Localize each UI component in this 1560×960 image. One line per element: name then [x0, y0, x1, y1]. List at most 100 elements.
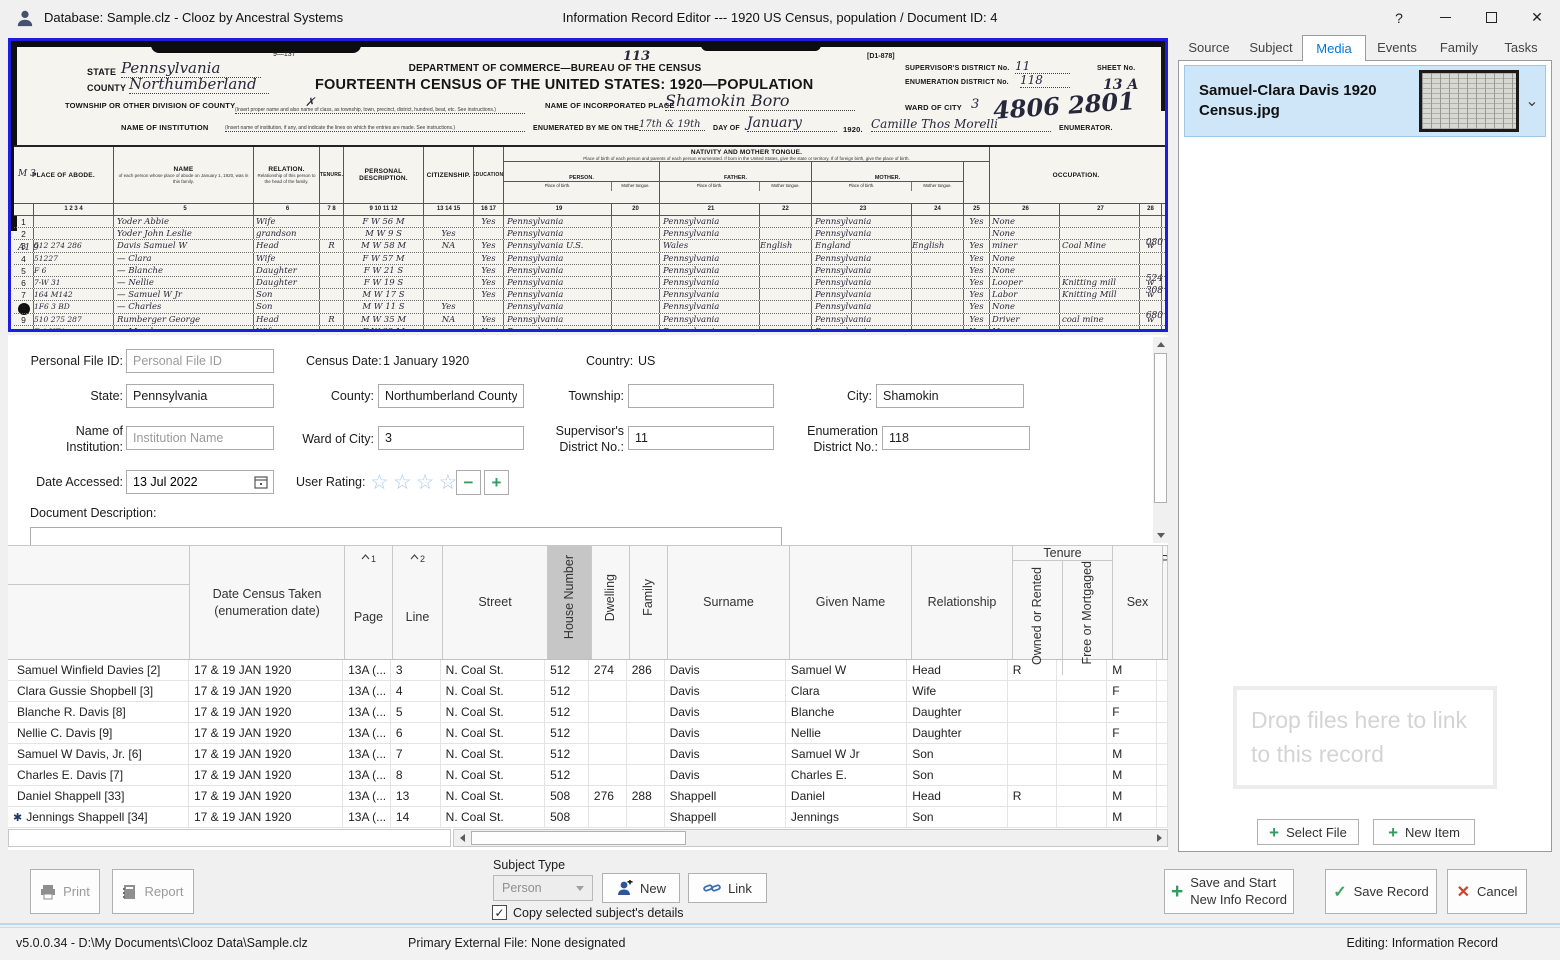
personal-file-id-input[interactable] — [126, 349, 274, 373]
app-person-icon — [16, 9, 34, 27]
column-header-surname[interactable]: Surname — [668, 546, 790, 659]
township-input[interactable] — [628, 384, 774, 408]
scroll-left-arrow[interactable] — [454, 830, 470, 846]
table-row[interactable]: Daniel Shappell [33] 17 & 19 JAN 1920 13… — [8, 786, 1168, 807]
check-icon: ✓ — [1333, 882, 1346, 902]
copy-details-label: Copy selected subject's details — [513, 906, 684, 920]
tab-family[interactable]: Family — [1428, 35, 1490, 61]
star-icon: ☆ — [370, 471, 393, 494]
save-and-new-button[interactable]: + Save and StartNew Info Record — [1164, 869, 1294, 914]
table-row[interactable]: Samuel Winfield Davies [2] 17 & 19 JAN 1… — [8, 660, 1168, 681]
date-accessed-input[interactable] — [126, 470, 274, 494]
column-header-owned-rented[interactable]: Owned or Rented — [1013, 561, 1063, 675]
copy-details-checkbox-row[interactable]: ✓ Copy selected subject's details — [492, 905, 684, 920]
tab-source[interactable]: Source — [1178, 35, 1240, 61]
institution-input[interactable] — [126, 426, 274, 450]
enumeration-district-label: Enumeration District No.: — [796, 424, 878, 455]
plus-icon: + — [492, 473, 502, 493]
census-row: 4 51227 — Clara Wife F W 57 M Yes Pennsy… — [14, 253, 1165, 265]
scrollbar-thumb[interactable] — [1154, 353, 1167, 503]
tab-subject[interactable]: Subject — [1240, 35, 1302, 61]
column-header-page[interactable]: 1 Page — [345, 546, 393, 659]
county-input[interactable] — [378, 384, 524, 408]
maximize-button[interactable] — [1468, 0, 1514, 35]
new-item-button[interactable]: + New Item — [1373, 819, 1475, 845]
tab-tasks[interactable]: Tasks — [1490, 35, 1552, 61]
document-description-input[interactable] — [30, 527, 782, 545]
city-label: City: — [798, 389, 872, 405]
new-subject-button[interactable]: New — [602, 873, 680, 903]
state-label: State: — [13, 389, 123, 405]
select-file-button[interactable]: + Select File — [1257, 819, 1359, 845]
report-button[interactable]: Report — [112, 869, 194, 914]
column-header-family[interactable]: Family — [630, 546, 668, 659]
column-header-line[interactable]: 2 Line — [393, 546, 443, 659]
table-row[interactable]: Samuel W Davis, Jr. [6] 17 & 19 JAN 1920… — [8, 744, 1168, 765]
census-column-numbers: 1 2 3 4 5 6 7 8 9 10 11 12 13 14 15 16 1… — [14, 204, 1165, 216]
column-header-street[interactable]: Street — [443, 546, 548, 659]
minus-icon: − — [464, 473, 474, 493]
primary-external-file: Primary External File: None designated — [408, 936, 625, 950]
help-button[interactable]: ? — [1376, 0, 1422, 35]
census-row: 8 1F6 3 BD — Charles Son M W 11 S Yes Pe… — [14, 301, 1165, 313]
file-drop-zone[interactable]: Drop files here to link to this record — [1233, 686, 1497, 789]
cancel-button[interactable]: ✕ Cancel — [1447, 869, 1527, 914]
column-header-free-mortgaged[interactable]: Free or Mortgaged — [1063, 561, 1113, 675]
city-input[interactable] — [876, 384, 1024, 408]
link-subject-button[interactable]: Link — [688, 873, 767, 903]
table-row[interactable]: Charles E. Davis [7] 17 & 19 JAN 1920 13… — [8, 765, 1168, 786]
table-row[interactable]: ✱Jennings Shappell [34] 17 & 19 JAN 1920… — [8, 807, 1168, 828]
census-handwritten-rows: 1 Yoder Abbie Wife F W 56 M Yes Pennsylv… — [14, 216, 1165, 332]
grid-body: Samuel Winfield Davies [2] 17 & 19 JAN 1… — [8, 660, 1168, 828]
rating-decrease-button[interactable]: − — [456, 470, 481, 495]
enumeration-district-input[interactable] — [882, 426, 1030, 450]
table-row[interactable]: Nellie C. Davis [9] 17 & 19 JAN 1920 13A… — [8, 723, 1168, 744]
form-vertical-scrollbar[interactable] — [1153, 337, 1168, 543]
tab-media[interactable]: Media — [1302, 35, 1366, 61]
checkbox-checked-icon[interactable]: ✓ — [492, 905, 507, 920]
column-header-dwelling[interactable]: Dwelling — [592, 546, 630, 659]
column-header-relationship[interactable]: Relationship — [912, 546, 1013, 659]
plus-icon: + — [1171, 881, 1183, 902]
scroll-up-arrow[interactable] — [1153, 337, 1168, 352]
grid-horizontal-scrollbar[interactable] — [453, 829, 1168, 847]
tab-events[interactable]: Events — [1366, 35, 1428, 61]
print-button[interactable]: Print — [30, 869, 100, 914]
new-person-icon — [616, 880, 633, 896]
user-rating-stars[interactable]: ☆☆☆☆ — [370, 470, 461, 495]
census-row: 6 7-W 31 — Nellie Daughter F W 19 S Yes … — [14, 277, 1165, 289]
report-icon — [122, 884, 137, 900]
media-thumbnail[interactable] — [1419, 70, 1519, 132]
census-date-label: Census Date: — [306, 354, 382, 368]
table-row[interactable]: Blanche R. Davis [8] 17 & 19 JAN 1920 13… — [8, 702, 1168, 723]
census-row: 3 512 274 286 Davis Samuel W Head R M W … — [14, 240, 1165, 252]
chevron-down-icon[interactable]: ⌄ — [1519, 91, 1545, 111]
save-record-button[interactable]: ✓ Save Record — [1325, 869, 1437, 914]
column-group-tenure: Tenure Owned or Rented Free or Mortgaged — [1013, 546, 1113, 659]
column-header-house-number[interactable]: House Number — [548, 546, 592, 659]
state-input[interactable] — [126, 384, 274, 408]
media-item-card[interactable]: Samuel-Clara Davis 1920 Census.jpg ⌄ — [1184, 65, 1546, 137]
column-header-sex[interactable]: Sex — [1113, 546, 1163, 659]
table-row[interactable]: Clara Gussie Shopbell [3] 17 & 19 JAN 19… — [8, 681, 1168, 702]
calendar-icon[interactable] — [254, 475, 268, 489]
ward-input[interactable] — [378, 426, 524, 450]
plus-icon: + — [1388, 824, 1398, 841]
census-row: 7 164 M142 — Samuel W Jr Son M W 17 S Ye… — [14, 289, 1165, 301]
scrollbar-thumb[interactable] — [471, 831, 686, 845]
supervisor-district-input[interactable] — [628, 426, 774, 450]
new-subject-marker: ✱ — [13, 812, 22, 824]
column-header-date[interactable]: Date Census Taken(enumeration date) — [190, 546, 345, 659]
column-header-name[interactable] — [8, 546, 190, 659]
media-item-title: Samuel-Clara Davis 1920 Census.jpg — [1185, 81, 1419, 122]
star-icon: ☆ — [416, 471, 439, 494]
close-button[interactable]: ✕ — [1514, 0, 1560, 35]
column-header-given-name[interactable]: Given Name — [790, 546, 912, 659]
subject-type-select[interactable]: Person — [493, 875, 593, 901]
minimize-button[interactable] — [1422, 0, 1468, 35]
scroll-down-arrow[interactable] — [1153, 528, 1168, 543]
date-accessed-value[interactable] — [127, 475, 254, 489]
rating-increase-button[interactable]: + — [484, 470, 509, 495]
printer-icon — [40, 884, 56, 900]
scroll-right-arrow[interactable] — [1151, 830, 1167, 846]
